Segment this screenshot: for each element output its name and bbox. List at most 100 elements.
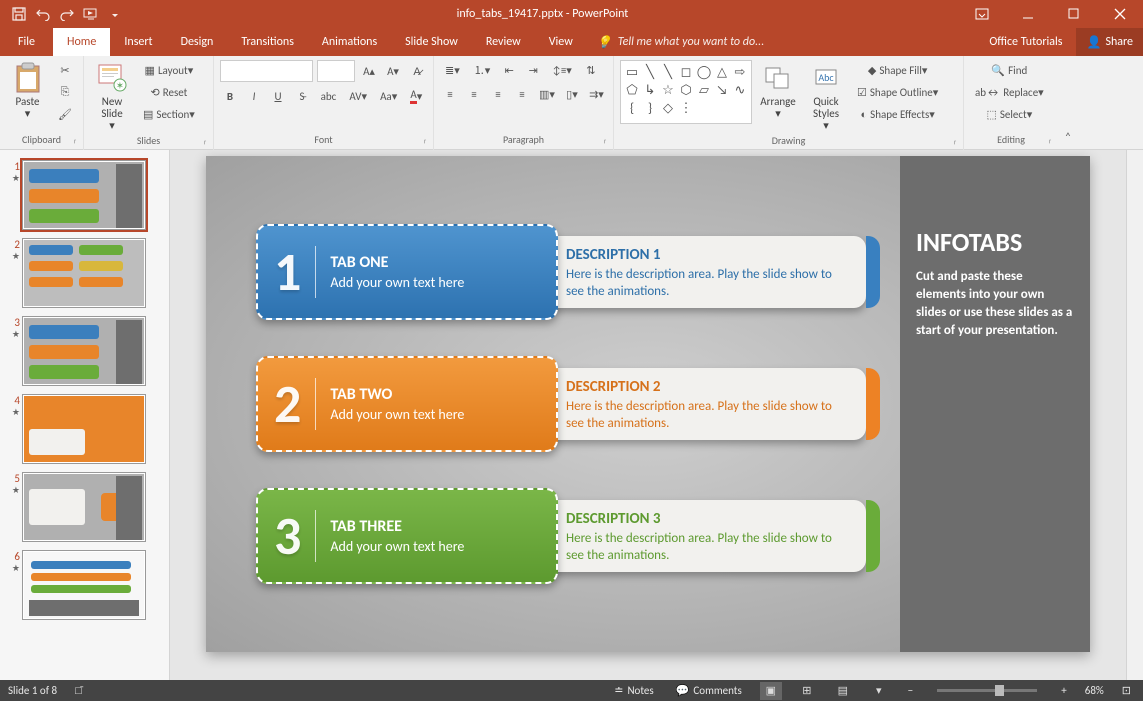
underline-icon[interactable]: U [268,86,288,106]
select-button[interactable]: ⬚ Select ▾ [970,104,1049,124]
thumb-2[interactable]: 2★ [0,234,169,312]
quick-styles-button[interactable]: Abc Quick Styles▾ [804,60,848,134]
undo-icon[interactable] [32,3,54,25]
tab-transitions[interactable]: Transitions [227,28,308,56]
slide-side-panel[interactable]: INFOTABS Cut and paste these elements in… [900,156,1090,652]
collapse-ribbon-icon[interactable]: ˄ [1058,56,1078,149]
new-slide-button[interactable]: ✶ New Slide▾ [90,60,134,134]
numbering-icon[interactable]: ⒈▾ [469,60,496,80]
layout-button[interactable]: ▦ Layout ▾ [138,60,200,80]
font-family-combo[interactable] [220,60,313,82]
font-size-combo[interactable] [317,60,355,82]
italic-icon[interactable]: I [244,86,264,106]
shape-effects-button[interactable]: ◐ Shape Effects ▾ [852,104,943,124]
align-center-icon[interactable]: ≡ [464,84,484,104]
tab-review[interactable]: Review [472,28,535,56]
shadow-icon[interactable]: abc [316,86,341,106]
close-icon[interactable] [1097,0,1143,28]
share-button[interactable]: 👤Share [1076,28,1143,56]
desc-3[interactable]: DESCRIPTION 3Here is the description are… [536,500,866,572]
spacing-icon[interactable]: AV▾ [345,86,372,106]
smartart-icon[interactable]: ⇉▾ [586,84,607,104]
zoom-out-icon[interactable]: − [904,684,917,697]
thumbnail-pane[interactable]: 1★ 2★ 3★ 4★ 5★ 6★ [0,150,170,680]
bold-icon[interactable]: B [220,86,240,106]
case-icon[interactable]: Aa▾ [376,86,402,106]
zoom-level[interactable]: 68% [1085,684,1104,697]
format-painter-icon[interactable]: 🖌 [53,104,77,124]
fit-window-icon[interactable]: ⊡ [1118,684,1135,697]
zoom-slider[interactable] [937,689,1037,692]
slide-edit-area[interactable]: DESCRIPTION 1Here is the description are… [170,150,1126,680]
vertical-scrollbar[interactable] [1126,150,1143,680]
desc-2[interactable]: DESCRIPTION 2Here is the description are… [536,368,866,440]
thumb-6[interactable]: 6★ [0,546,169,624]
comments-button[interactable]: 💬 Comments [672,684,746,697]
text-direction-icon[interactable]: ⇅ [581,60,601,80]
tell-me-search[interactable]: 💡Tell me what you want to do... [587,28,774,56]
thumb-4[interactable]: 4★ [0,390,169,468]
line-spacing-icon[interactable]: ↕≡▾ [547,60,577,80]
tab-animations[interactable]: Animations [308,28,391,56]
thumb-1[interactable]: 1★ [0,156,169,234]
align-text-icon[interactable]: ▯▾ [562,84,582,104]
slideshow-view-icon[interactable]: ▾ [868,682,890,700]
tab-2[interactable]: 2TAB TWOAdd your own text here [256,356,558,452]
tab-design[interactable]: Design [167,28,228,56]
thumb-5[interactable]: 5★ [0,468,169,546]
spellcheck-icon[interactable]: □̄ [71,684,86,697]
redo-icon[interactable] [56,3,78,25]
reading-view-icon[interactable]: ▤ [832,682,854,700]
tab-tutorials[interactable]: Office Tutorials [975,28,1076,56]
minimize-icon[interactable] [1005,0,1051,28]
tab-slideshow[interactable]: Slide Show [391,28,472,56]
columns-icon[interactable]: ▥▾ [536,84,558,104]
desc-1-body: Here is the description area. Play the s… [566,266,848,300]
strike-icon[interactable]: S̶ [292,86,312,106]
tab-1[interactable]: 1TAB ONEAdd your own text here [256,224,558,320]
save-icon[interactable] [8,3,30,25]
tab-file[interactable]: File [0,28,53,56]
shape-fill-button[interactable]: ◆ Shape Fill ▾ [852,60,943,80]
font-color-icon[interactable]: A▾ [406,86,427,106]
bullets-icon[interactable]: ≣▾ [440,60,465,80]
desc-1[interactable]: DESCRIPTION 1Here is the description are… [536,236,866,308]
tab-view[interactable]: View [535,28,587,56]
indent-right-icon[interactable]: ⇥ [523,60,543,80]
decrease-font-icon[interactable]: A▾ [383,61,403,81]
section-button[interactable]: ▤ Section ▾ [138,104,200,124]
align-right-icon[interactable]: ≡ [488,84,508,104]
notes-button[interactable]: ≐ Notes [610,684,657,697]
indent-left-icon[interactable]: ⇤ [499,60,519,80]
copy-icon[interactable]: ⎘ [53,82,77,102]
ribbon-options-icon[interactable] [959,0,1005,28]
replace-label: Replace [1003,86,1038,99]
increase-font-icon[interactable]: A▴ [359,61,379,81]
reset-button[interactable]: ⟲ Reset [138,82,200,102]
start-from-beginning-icon[interactable] [80,3,102,25]
shapes-gallery[interactable]: ▭╲╲◻◯△ ⇨⬠↳☆⬡▱ ↘∿{}◇⋮ [620,60,752,124]
sorter-view-icon[interactable]: ⊞ [796,682,818,700]
thumb-3[interactable]: 3★ [0,312,169,390]
normal-view-icon[interactable]: ▣ [760,682,782,700]
paste-button[interactable]: Paste▾ [6,60,49,122]
maximize-icon[interactable] [1051,0,1097,28]
qat-dropdown-icon[interactable] [104,3,126,25]
replace-button[interactable]: ab↔ Replace ▾ [970,82,1049,102]
tab-home[interactable]: Home [53,28,110,56]
find-button[interactable]: 🔍 Find [970,60,1049,80]
zoom-in-icon[interactable]: + [1057,684,1070,697]
slide-canvas[interactable]: DESCRIPTION 1Here is the description are… [206,156,1090,652]
cut-icon[interactable]: ✂ [53,60,77,80]
slide-indicator[interactable]: Slide 1 of 8 [8,684,57,697]
tab-3[interactable]: 3TAB THREEAdd your own text here [256,488,558,584]
arrange-button[interactable]: Arrange▾ [756,60,800,122]
shape-outline-button[interactable]: ☑ Shape Outline ▾ [852,82,943,102]
group-drawing: Drawing [620,134,957,149]
group-paragraph: Paragraph [440,133,607,148]
clear-format-icon[interactable]: A̷ [407,61,427,81]
justify-icon[interactable]: ≡ [512,84,532,104]
tab-insert[interactable]: Insert [110,28,166,56]
align-left-icon[interactable]: ≡ [440,84,460,104]
statusbar: Slide 1 of 8 □̄ ≐ Notes 💬 Comments ▣ ⊞ ▤… [0,680,1143,701]
